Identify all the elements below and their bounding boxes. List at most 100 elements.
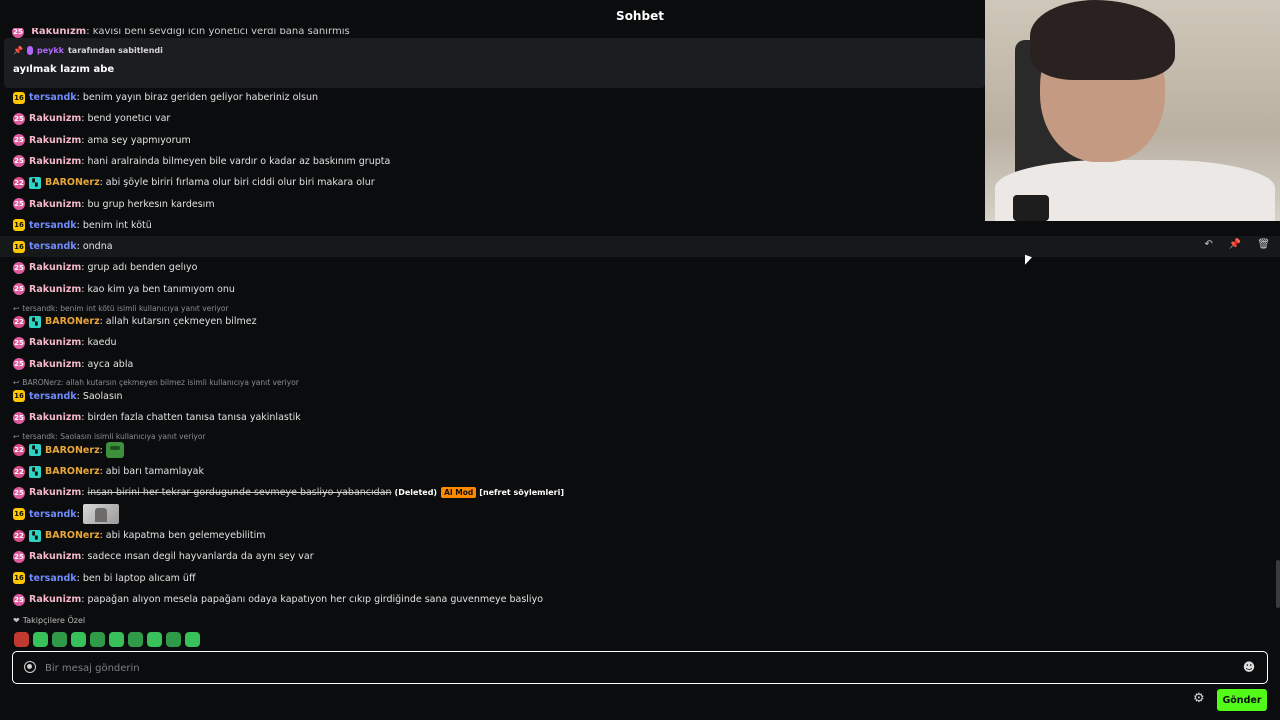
chat-message[interactable]: 16 tersandk: ondna (0, 236, 1280, 258)
username[interactable]: Rakunizm (29, 412, 81, 423)
emote-icon[interactable] (90, 632, 105, 647)
pinned-message[interactable]: 📌 peykk tarafından sabitlendi ayılmak la… (4, 38, 985, 88)
username[interactable]: Rakunizm (29, 284, 81, 295)
user-badge: 25 (13, 155, 25, 168)
username[interactable]: BARONerz (45, 466, 100, 477)
username[interactable]: BARONerz (45, 530, 100, 541)
user-badge: 25 (13, 550, 25, 563)
user-badge: 25 (13, 198, 25, 210)
message-text: ondna (82, 241, 113, 253)
user-badge: 16 (13, 390, 25, 403)
follower-emotes-label: ❤ Takipçilere Özel (13, 616, 85, 625)
colon: : (81, 155, 85, 167)
badge-selector-icon[interactable] (24, 661, 36, 673)
username[interactable]: Rakunizm (29, 551, 81, 562)
message-text: kao kim ya ben tanımıyom onu (87, 283, 235, 295)
message-input-box[interactable]: ☻ (12, 651, 1268, 684)
colon: : (76, 241, 80, 253)
emote-icon[interactable] (14, 632, 29, 647)
image-thumbnail[interactable] (82, 504, 119, 525)
user-badge: 25 (13, 261, 25, 274)
message-text: kaedu (87, 337, 117, 349)
colon: : (99, 316, 103, 327)
chat-message[interactable]: 25 Rakunizm: birden fazla chatten tanısa t… (0, 407, 1280, 428)
ai-mod-badge: AI Mod (441, 487, 477, 499)
username[interactable]: Rakunizm (29, 199, 81, 210)
message-text: sadece ınsan degil hayvanlarda da aynı s… (87, 551, 314, 563)
username[interactable]: Rakunizm (29, 337, 81, 348)
emote-icon[interactable] (185, 632, 200, 647)
ai-mod-category: [nefret söylemleri] (479, 488, 565, 498)
message-text: bend yonetıcı var (87, 113, 171, 125)
username[interactable]: Rakunizm (29, 594, 81, 605)
chat-message[interactable]: 22 ▚ BARONerz: abi barı tamamlayak (0, 461, 1280, 482)
emoji-picker-icon[interactable]: ☻ (1242, 660, 1256, 674)
webcam-hair (1030, 0, 1175, 80)
emote-icon[interactable] (109, 632, 124, 647)
user-badge: 22 (13, 529, 25, 542)
username[interactable]: tersandk (29, 573, 77, 584)
pinned-meta: 📌 peykk tarafından sabitlendi (13, 46, 163, 55)
username[interactable]: Rakunizm (29, 487, 81, 498)
chat-message[interactable]: 25 Rakunizm: kao kim ya ben tanımıyom onu (0, 279, 1280, 300)
username[interactable]: Rakunizm (29, 113, 81, 124)
chat-message[interactable]: 16 tersandk: Saolasın (0, 386, 1280, 407)
username[interactable]: tersandk (29, 509, 77, 520)
chat-message[interactable]: 22 ▚ BARONerz: (0, 440, 1280, 461)
trash-icon[interactable]: 🗑 (1257, 239, 1270, 250)
colon: : (99, 444, 103, 456)
emote-icon[interactable] (128, 632, 143, 647)
username[interactable]: Rakunizm (29, 156, 81, 167)
message-input[interactable] (45, 659, 1225, 677)
heart-icon: ❤ (13, 616, 20, 625)
chat-message[interactable]: 22 ▚ BARONerz: allah kutarsın çekmeyen bilm… (0, 311, 1280, 332)
emote-icon[interactable] (71, 632, 86, 647)
chat-message[interactable]: 25 Rakunizm: insan birini her tekrar gordu… (0, 482, 1280, 503)
message-text: Saolasın (82, 390, 123, 402)
user-badge: 16 (13, 91, 25, 104)
chat-message[interactable]: 16 tersandk: (0, 504, 1280, 525)
colon: : (81, 113, 85, 125)
chat-message[interactable]: 25 Rakunizm: sadece ınsan degil hayvanlard… (0, 546, 1280, 567)
username[interactable]: tersandk (29, 220, 77, 231)
moderator-badge-icon: ▚ (29, 444, 41, 456)
message-text: ben bi laptop alıcam üff (82, 572, 196, 584)
colon: : (81, 337, 85, 349)
pinned-by-user[interactable]: peykk (37, 46, 64, 55)
colon: : (99, 530, 103, 542)
colon: : (76, 508, 80, 520)
gear-icon[interactable]: ⚙ (1193, 691, 1205, 706)
chat-message[interactable]: 22 ▚ BARONerz: abi kapatma ben gelemeyebili… (0, 525, 1280, 546)
user-badge: 16 (13, 240, 25, 253)
emote-icon[interactable] (166, 632, 181, 647)
username[interactable]: tersandk (29, 391, 77, 402)
pin-icon[interactable]: 📌 (1229, 239, 1241, 250)
username[interactable]: tersandk (29, 241, 77, 252)
reply-icon[interactable]: ↶ (1204, 239, 1212, 250)
webcam-overlay (985, 0, 1280, 221)
username[interactable]: BARONerz (45, 316, 100, 327)
username[interactable]: Rakunizm (29, 262, 81, 273)
frog-emote-icon[interactable] (105, 442, 124, 458)
scrollbar-thumb[interactable] (1276, 560, 1280, 608)
chat-message[interactable]: 25 Rakunizm: ayca abla (0, 354, 1280, 375)
send-button[interactable]: Gönder (1217, 689, 1267, 711)
emote-icon[interactable] (52, 632, 67, 647)
message-text: insan birini her tekrar gordugunde sevme… (87, 487, 392, 499)
emote-icon[interactable] (147, 632, 162, 647)
user-badge: 25 (13, 112, 25, 125)
chat-message[interactable]: 16 tersandk: ben bi laptop alıcam üff (0, 568, 1280, 589)
user-badge: 22 (13, 465, 25, 478)
chat-message[interactable]: 25 Rakunizm: grup adı benden gelıyo (0, 257, 1280, 278)
username[interactable]: tersandk (29, 92, 77, 103)
colon: : (81, 594, 85, 605)
colon: : (81, 412, 85, 424)
username[interactable]: Rakunizm (29, 135, 81, 146)
username[interactable]: BARONerz (45, 445, 100, 456)
emote-icon[interactable] (33, 632, 48, 647)
chat-message[interactable]: 25 Rakunizm: kaedu (0, 332, 1280, 353)
colon: : (76, 219, 80, 231)
chat-message[interactable]: 25 Rakunizm: papağan alıyon mesela papağan… (0, 589, 1280, 610)
username[interactable]: Rakunizm (29, 359, 81, 370)
username[interactable]: BARONerz (45, 177, 100, 188)
